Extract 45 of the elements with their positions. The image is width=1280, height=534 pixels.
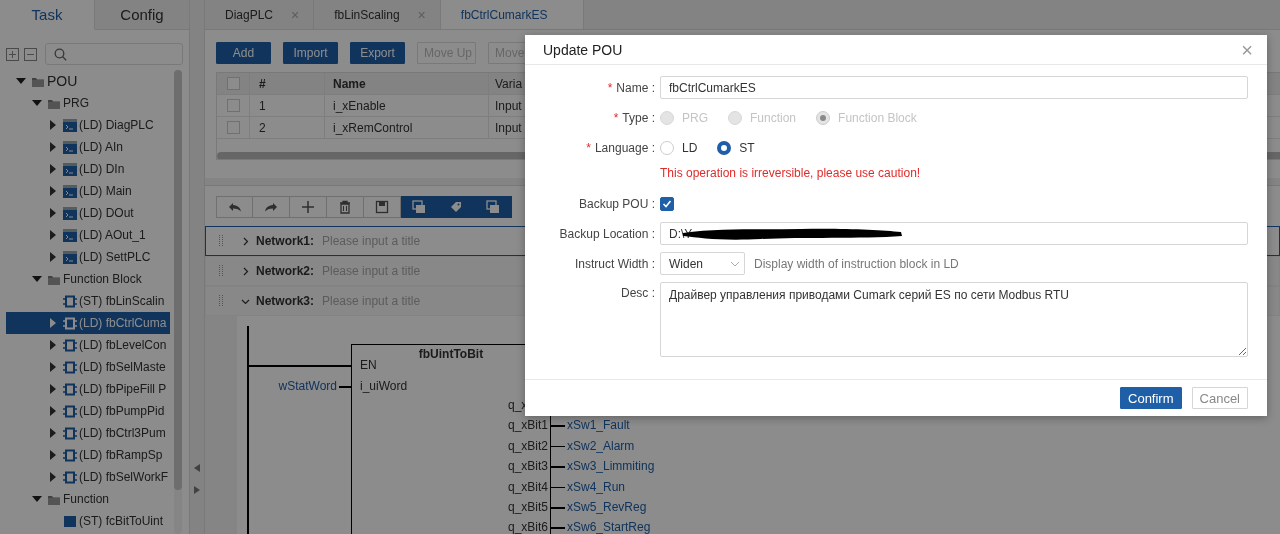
required-mark: * [613,110,619,125]
pin-label: EN [360,358,377,372]
pin-label: q_xBit5 [508,500,549,514]
field-label: Backup POU : [578,196,655,211]
variable-label: xSw5_RevReg [567,500,647,514]
radio-label: LD [682,140,698,155]
variable-label: xSw2_Alarm [567,438,635,453]
required-mark: * [607,80,613,95]
block-title: fbUintToBit [417,347,485,361]
variable-label: xSw4_Run [567,479,626,494]
radio-label: Function Block [838,110,917,125]
field-label: Backup Location : [559,226,655,241]
radio-label: Function [750,110,797,125]
network-label: Network1: [256,234,314,248]
pin-label: i_uiWord [360,379,408,393]
column-header: Name [324,73,488,94]
pin-label: q_xBit4 [508,479,549,494]
table-cell: 2 [249,117,324,138]
table-cell: Input [488,95,522,116]
field-label: Instruct Width : [574,256,655,271]
table-cell: i_xRemControl [324,117,488,138]
field-label: Type : [622,110,655,125]
radio-label: PRG [682,110,708,125]
network-label: Network3: [256,294,314,308]
field-label: Name : [616,80,655,95]
table-cell: 1 [249,95,324,116]
pin-label: q_xBit2 [508,438,549,453]
pin-label: q_xBit6 [508,520,549,534]
variable-label: wStatWord [278,379,337,393]
variable-label: xSw1_Fault [567,418,630,433]
table-cell: i_xEnable [324,95,488,116]
pin-label: q_xBit1 [508,418,549,433]
column-header: Varia [488,73,523,94]
hint-text: Display width of instruction block in LD [754,256,959,271]
column-header: # [249,73,324,94]
radio-label: ST [739,140,755,155]
field-label: Desc : [621,286,655,300]
required-mark: * [586,140,591,155]
pin-label: q_xBit3 [508,459,549,474]
warning-text: This operation is irreversible, please use caution! [660,166,922,180]
network-label: Network2: [256,264,314,278]
variable-label: xSw6_StartReg [567,520,651,534]
variable-label: xSw3_Limmiting [567,459,655,474]
field-label: Language : [594,140,655,155]
table-cell: Input [488,117,522,138]
